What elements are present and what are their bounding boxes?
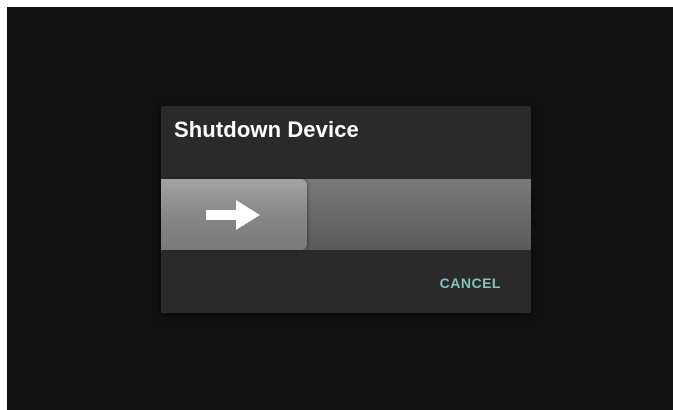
- slide-to-shutdown-track[interactable]: [161, 179, 531, 250]
- arrow-right-icon: [206, 200, 260, 230]
- cancel-button[interactable]: CANCEL: [440, 275, 501, 291]
- shutdown-dialog: Shutdown Device CANCEL: [161, 106, 531, 313]
- dialog-title: Shutdown Device: [174, 117, 359, 142]
- slide-handle[interactable]: [161, 179, 307, 250]
- screen-background: Shutdown Device CANCEL: [7, 7, 673, 410]
